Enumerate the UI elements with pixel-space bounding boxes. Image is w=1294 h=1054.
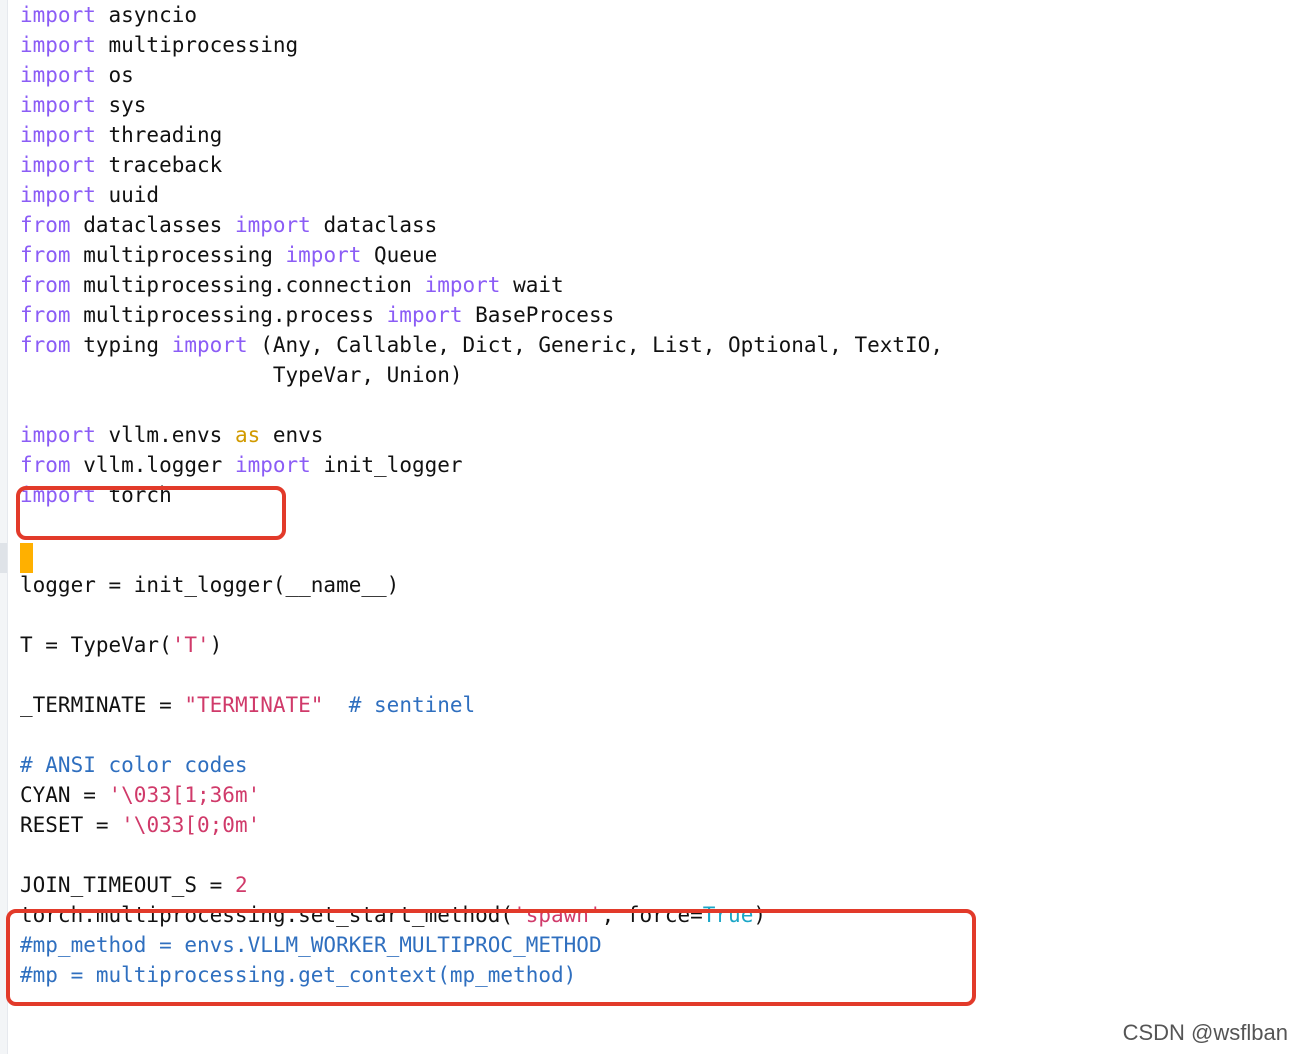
token-text: asyncio <box>95 3 198 27</box>
token-str: '\033[1;36m' <box>108 783 261 807</box>
token-text: RESET = <box>20 813 122 837</box>
token-text: (Any, Callable, Dict, Generic, List, Opt… <box>247 333 943 357</box>
token-text: traceback <box>95 153 223 177</box>
code-line[interactable]: import threading <box>20 120 943 150</box>
token-kw: from <box>20 273 71 297</box>
token-kw: from <box>20 453 71 477</box>
token-text: logger = init_logger(__name__) <box>20 573 400 597</box>
token-kw: import <box>20 93 96 117</box>
code-line[interactable]: from multiprocessing.process import Base… <box>20 300 943 330</box>
token-cmt: # ANSI color codes <box>20 753 248 777</box>
token-kw: import <box>20 183 96 207</box>
code-line[interactable]: ​ <box>20 540 943 570</box>
code-line[interactable]: import uuid <box>20 180 943 210</box>
token-kw: from <box>20 213 71 237</box>
token-text: BaseProcess <box>462 303 615 327</box>
token-text: JOIN_TIMEOUT_S = <box>20 873 235 897</box>
token-str: 'T' <box>171 633 210 657</box>
current-line-marker <box>0 543 7 573</box>
code-line[interactable]: _TERMINATE = "TERMINATE" # sentinel <box>20 690 943 720</box>
code-line[interactable]: from multiprocessing import Queue <box>20 240 943 270</box>
code-line[interactable]: from vllm.logger import init_logger <box>20 450 943 480</box>
code-line[interactable]: TypeVar, Union) <box>20 360 943 390</box>
token-text: sys <box>95 93 147 117</box>
code-line[interactable]: ​ <box>20 390 943 420</box>
token-text: typing <box>70 333 172 357</box>
code-line[interactable]: from dataclasses import dataclass <box>20 210 943 240</box>
token-kw: import <box>171 333 248 357</box>
code-line[interactable]: ​ <box>20 600 943 630</box>
token-text: CYAN = <box>20 783 109 807</box>
token-text: ) <box>209 633 223 657</box>
code-line[interactable]: ​ <box>20 840 943 870</box>
token-text: vllm.logger <box>70 453 235 477</box>
code-line[interactable]: import traceback <box>20 150 943 180</box>
code-line[interactable]: ​ <box>20 660 943 690</box>
code-line[interactable]: from typing import (Any, Callable, Dict,… <box>20 330 943 360</box>
token-text: envs <box>260 423 324 447</box>
token-kw: from <box>20 333 71 357</box>
code-line[interactable]: JOIN_TIMEOUT_S = 2 <box>20 870 943 900</box>
token-text: T = TypeVar( <box>20 633 172 657</box>
token-text: multiprocessing <box>95 33 299 57</box>
code-line[interactable]: import asyncio <box>20 0 943 30</box>
code-line[interactable]: import multiprocessing <box>20 30 943 60</box>
code-line[interactable]: logger = init_logger(__name__) <box>20 570 943 600</box>
token-kw: import <box>386 303 463 327</box>
token-kw: import <box>20 123 96 147</box>
token-kw: from <box>20 303 71 327</box>
code-line[interactable]: import sys <box>20 90 943 120</box>
token-kw: import <box>20 33 96 57</box>
watermark: CSDN @wsflban <box>1122 1020 1288 1045</box>
token-text: vllm.envs <box>95 423 235 447</box>
token-kw: import <box>20 153 96 177</box>
code-line[interactable]: T = TypeVar('T') <box>20 630 943 660</box>
token-str: "TERMINATE" <box>184 693 324 717</box>
token-text: TypeVar, Union) <box>20 363 463 387</box>
token-text: _TERMINATE = <box>20 693 185 717</box>
token-text: os <box>95 63 134 87</box>
code-line[interactable]: import os <box>20 60 943 90</box>
token-kw: import <box>20 423 96 447</box>
token-kw: import <box>20 63 96 87</box>
code-line[interactable]: CYAN = '\033[1;36m' <box>20 780 943 810</box>
code-line[interactable]: from multiprocessing.connection import w… <box>20 270 943 300</box>
token-num: 2 <box>234 873 248 897</box>
token-text: dataclasses <box>70 213 235 237</box>
token-cmt: # sentinel <box>348 693 476 717</box>
token-kw: import <box>285 243 362 267</box>
token-text: multiprocessing.connection <box>70 273 425 297</box>
code-line[interactable]: import vllm.envs as envs <box>20 420 943 450</box>
text-cursor <box>20 543 33 573</box>
token-str: '\033[0;0m' <box>121 813 261 837</box>
token-text: init_logger <box>310 453 463 477</box>
token-kw: import <box>20 3 96 27</box>
token-text: uuid <box>95 183 160 207</box>
token-kw: import <box>424 273 501 297</box>
highlight-box-import-torch <box>16 486 286 540</box>
token-text: wait <box>500 273 564 297</box>
token-text: multiprocessing <box>70 243 286 267</box>
code-line[interactable]: # ANSI color codes <box>20 750 943 780</box>
token-text: threading <box>95 123 223 147</box>
editor-gutter <box>0 0 8 1054</box>
token-text: multiprocessing.process <box>70 303 387 327</box>
token-kw: import <box>234 453 311 477</box>
token-text: dataclass <box>310 213 438 237</box>
token-text: Queue <box>361 243 438 267</box>
code-line[interactable]: RESET = '\033[0;0m' <box>20 810 943 840</box>
token-kw: from <box>20 243 71 267</box>
token-kw: import <box>234 213 311 237</box>
code-line[interactable]: ​ <box>20 720 943 750</box>
token-kw2: as <box>234 423 261 447</box>
highlight-box-spawn-method <box>6 909 976 1006</box>
